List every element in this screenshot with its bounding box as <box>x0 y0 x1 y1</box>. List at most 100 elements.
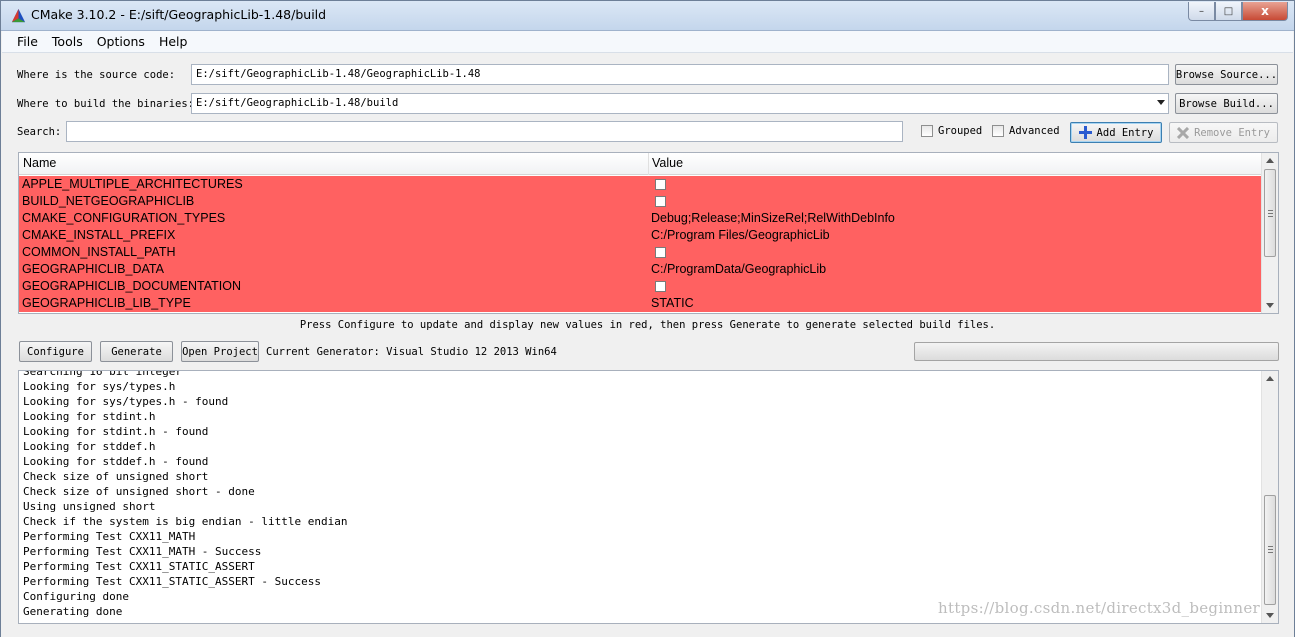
menu-options[interactable]: Options <box>90 34 152 49</box>
configure-button[interactable]: Configure <box>19 341 92 362</box>
log-line: Performing Test CXX11_MATH - Success <box>23 545 262 558</box>
scroll-down-arrow-icon[interactable] <box>1266 613 1274 618</box>
table-rows: APPLE_MULTIPLE_ARCHITECTURES BUILD_NETGEO… <box>19 176 1262 312</box>
log-line: Check size of unsigned short - done <box>23 485 255 498</box>
menu-help[interactable]: Help <box>152 34 195 49</box>
output-log[interactable]: Searching 16 bit integer Looking for sys/… <box>18 370 1279 624</box>
menu-bar: File Tools Options Help <box>2 31 1293 53</box>
watermark-text: https://blog.csdn.net/directx3d_beginner <box>938 599 1260 617</box>
cmake-window: CMake 3.10.2 - E:/sift/GeographicLib-1.4… <box>0 0 1295 637</box>
maximize-button[interactable]: □ <box>1215 2 1242 21</box>
source-path-input[interactable]: E:/sift/GeographicLib-1.48/GeographicLib… <box>191 64 1169 85</box>
row-name: CMAKE_CONFIGURATION_TYPES <box>22 211 226 225</box>
remove-entry-button[interactable]: Remove Entry <box>1169 122 1278 143</box>
browse-build-button[interactable]: Browse Build... <box>1175 93 1278 114</box>
row-value-checkbox[interactable] <box>655 196 666 207</box>
search-label: Search: <box>17 126 62 138</box>
grip-line <box>1268 552 1273 553</box>
grip-line <box>1268 216 1273 217</box>
instruction-text: Press Configure to update and display ne… <box>299 319 996 331</box>
open-project-button[interactable]: Open Project <box>181 341 259 362</box>
grouped-label: Grouped <box>938 125 983 137</box>
table-row[interactable]: CMAKE_INSTALL_PREFIX C:/Program Files/Geo… <box>19 227 1262 244</box>
column-separator <box>648 153 649 175</box>
table-row[interactable]: BUILD_NETGEOGRAPHICLIB <box>19 193 1262 210</box>
advanced-label: Advanced <box>1009 125 1060 137</box>
build-path-combo[interactable]: E:/sift/GeographicLib-1.48/build <box>191 93 1169 114</box>
remove-x-icon <box>1177 126 1190 139</box>
source-label: Where is the source code: <box>17 69 176 81</box>
row-value[interactable]: STATIC <box>651 296 694 310</box>
table-scroll-thumb[interactable] <box>1264 169 1276 257</box>
generate-button[interactable]: Generate <box>100 341 173 362</box>
table-scrollbar[interactable] <box>1261 153 1278 313</box>
row-name: COMMON_INSTALL_PATH <box>22 245 176 259</box>
row-value-checkbox[interactable] <box>655 179 666 190</box>
table-row[interactable]: APPLE_MULTIPLE_ARCHITECTURES <box>19 176 1262 193</box>
row-value-checkbox[interactable] <box>655 281 666 292</box>
scroll-down-arrow-icon[interactable] <box>1266 303 1274 308</box>
advanced-checkbox[interactable]: Advanced <box>992 125 1060 137</box>
progress-bar <box>914 342 1279 361</box>
log-line: Configuring done <box>23 590 129 603</box>
table-row[interactable]: GEOGRAPHICLIB_DOCUMENTATION <box>19 278 1262 295</box>
row-value[interactable]: Debug;Release;MinSizeRel;RelWithDebInfo <box>651 211 895 225</box>
browse-source-button[interactable]: Browse Source... <box>1175 64 1278 85</box>
column-value-header[interactable]: Value <box>652 156 683 170</box>
minimize-button[interactable]: – <box>1188 2 1215 21</box>
row-name: GEOGRAPHICLIB_DOCUMENTATION <box>22 279 242 293</box>
build-path-value: E:/sift/GeographicLib-1.48/build <box>196 97 399 109</box>
output-scrollbar[interactable] <box>1261 371 1278 623</box>
menu-file[interactable]: File <box>2 34 45 49</box>
log-line: Looking for stdint.h - found <box>23 425 209 438</box>
output-lines: Searching 16 bit integer Looking for sys/… <box>23 370 348 619</box>
table-row[interactable]: GEOGRAPHICLIB_LIB_TYPE STATIC <box>19 295 1262 312</box>
dropdown-arrow-icon[interactable] <box>1157 100 1165 105</box>
column-name-header[interactable]: Name <box>23 156 56 170</box>
row-name: GEOGRAPHICLIB_DATA <box>22 262 164 276</box>
log-line: Check if the system is big endian - litt… <box>23 515 348 528</box>
table-row[interactable]: CMAKE_CONFIGURATION_TYPES Debug;Release;M… <box>19 210 1262 227</box>
log-line: Looking for sys/types.h - found <box>23 395 229 408</box>
add-entry-label: Add Entry <box>1096 126 1154 139</box>
status-strip <box>1 625 1294 637</box>
cmake-logo-icon <box>11 8 26 23</box>
table-row[interactable]: GEOGRAPHICLIB_DATA C:/ProgramData/Geograp… <box>19 261 1262 278</box>
scroll-up-arrow-icon[interactable] <box>1266 158 1274 163</box>
table-header: Name Value <box>19 153 1262 175</box>
menu-tools[interactable]: Tools <box>45 34 90 49</box>
log-line: Looking for sys/types.h <box>23 380 176 393</box>
table-row[interactable]: COMMON_INSTALL_PATH <box>19 244 1262 261</box>
grouped-checkbox-box[interactable] <box>921 125 933 137</box>
row-name: GEOGRAPHICLIB_LIB_TYPE <box>22 296 191 310</box>
title-bar[interactable]: CMake 3.10.2 - E:/sift/GeographicLib-1.4… <box>1 1 1294 31</box>
row-name: APPLE_MULTIPLE_ARCHITECTURES <box>22 177 243 191</box>
scroll-up-arrow-icon[interactable] <box>1266 376 1274 381</box>
grouped-checkbox[interactable]: Grouped <box>921 125 982 137</box>
log-line: Performing Test CXX11_STATIC_ASSERT - Su… <box>23 575 322 588</box>
log-line: Looking for stdint.h <box>23 410 156 423</box>
window-title: CMake 3.10.2 - E:/sift/GeographicLib-1.4… <box>31 7 327 22</box>
log-line: Generating done <box>23 605 123 618</box>
add-entry-button[interactable]: Add Entry <box>1070 122 1162 143</box>
current-generator-text: Current Generator: Visual Studio 12 2013… <box>266 346 557 358</box>
cache-table: Name Value APPLE_MULTIPLE_ARCHITECTURES B… <box>18 152 1279 314</box>
grip-line <box>1268 210 1273 211</box>
log-line: Looking for stddef.h <box>23 440 156 453</box>
search-input[interactable] <box>66 121 903 142</box>
log-line: Check size of unsigned short <box>23 470 209 483</box>
log-line: Using unsigned short <box>23 500 156 513</box>
window-controls: – □ x <box>1188 2 1288 21</box>
row-value-checkbox[interactable] <box>655 247 666 258</box>
output-scroll-thumb[interactable] <box>1264 495 1276 605</box>
log-line: Looking for stddef.h - found <box>23 455 209 468</box>
close-button[interactable]: x <box>1242 2 1288 21</box>
plus-icon <box>1078 126 1092 139</box>
build-label: Where to build the binaries: <box>17 98 195 110</box>
log-line: Performing Test CXX11_STATIC_ASSERT <box>23 560 255 573</box>
log-line: Performing Test CXX11_MATH <box>23 530 196 543</box>
row-value[interactable]: C:/Program Files/GeographicLib <box>651 228 830 242</box>
log-line: Searching 16 bit integer <box>23 370 182 378</box>
row-value[interactable]: C:/ProgramData/GeographicLib <box>651 262 826 276</box>
advanced-checkbox-box[interactable] <box>992 125 1004 137</box>
